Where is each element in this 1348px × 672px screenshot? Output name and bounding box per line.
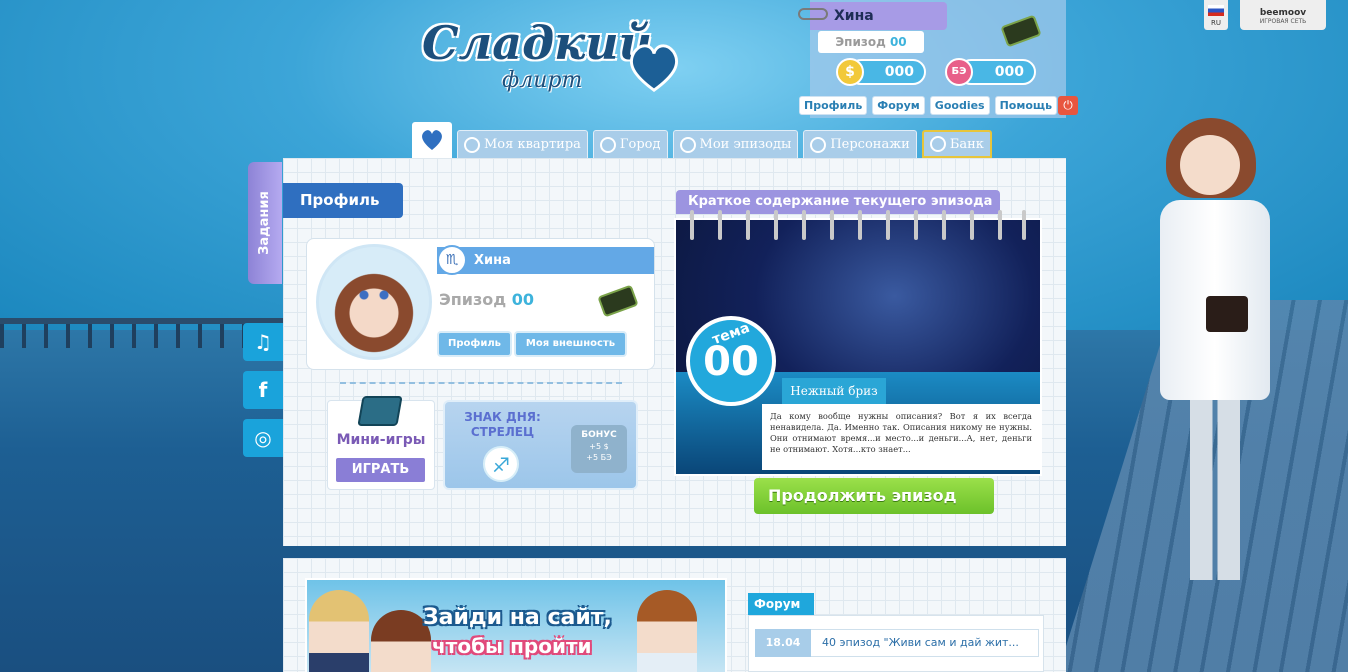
profile-episode-value: 00 [511,290,535,309]
logout-power-icon[interactable]: ⏻ [1058,96,1078,115]
be-coin-icon: БЭ [945,58,973,86]
spiral-ring [802,210,806,240]
character-art [637,590,697,672]
tab-city[interactable]: Город [592,130,668,158]
player-episode: Эпизод 00 [818,31,924,53]
spiral-ring [914,210,918,240]
avatar-eyes [354,290,394,300]
dollar-coin-icon: $ [836,58,864,86]
sign-title-line2: СТРЕЛЕЦ [470,425,535,439]
tab-bank-label: Банк [949,136,984,152]
character-legs [1190,400,1240,580]
bonus-badge: БОНУС +5 $ +5 БЭ [571,425,627,473]
top-link-help[interactable]: Помощь [994,96,1058,115]
profile-episode: Эпизод 00 [439,290,534,309]
spiral-ring [858,210,862,240]
bonus-title: БОНУС [581,430,617,440]
banner-line1: Зайди на сайт, [423,605,612,630]
forum-date: 18.04 [755,629,811,657]
top-link-goodies[interactable]: Goodies [929,96,990,115]
instagram-icon[interactable]: ◎ [243,419,283,457]
nav-home[interactable] [412,122,452,158]
logo-subtitle: флирт [502,68,583,93]
profile-name: Хина [437,247,654,274]
character-bag [1206,296,1248,332]
forum-title[interactable]: Форум [748,593,814,615]
player-episode-label: Эпизод [835,35,886,49]
profile-button[interactable]: Профиль [437,331,512,357]
bonus-dollars: +5 $ [589,442,609,451]
bonus-be: +5 БЭ [586,453,612,462]
house-icon [464,136,480,153]
profile-episode-label: Эпизод [439,290,507,309]
character-art [371,610,431,672]
episode-summary-header: Краткое содержание текущего эпизода [676,190,1000,214]
tab-episodes[interactable]: Мои эпизоды [672,130,799,158]
language-code: RU [1211,19,1221,27]
spiral-ring [746,210,750,240]
spiral-ring [1022,210,1026,240]
sagittarius-icon[interactable]: ♐ [483,446,519,482]
paperclip-icon [798,8,828,20]
quests-tab[interactable]: Задания [248,162,282,284]
tab-apartment[interactable]: Моя квартира [457,130,588,158]
quests-label: Задания [257,191,272,255]
tab-bank[interactable]: Банк [921,130,992,158]
top-link-forum[interactable]: Форум [872,96,925,115]
top-links: Профиль Форум Goodies Помощь [799,96,1058,115]
top-link-profile[interactable]: Профиль [799,96,868,115]
play-button[interactable]: ИГРАТЬ [336,458,425,482]
avatar[interactable] [316,244,432,360]
play-icon [679,136,696,153]
spiral-ring [970,210,974,240]
character-face [1180,135,1240,195]
profile-section-title: Профиль [283,183,403,218]
banner-line2: чтобы пройти [432,634,592,658]
scorpio-icon: ♏ [437,245,467,275]
tab-episodes-label: Мои эпизоды [699,137,792,152]
player-episode-value: 00 [889,35,907,49]
spiral-ring [774,210,778,240]
tab-city-label: Город [619,137,661,152]
dollar-icon [929,136,946,152]
language-selector[interactable]: RU [1204,0,1228,30]
sign-title-line1: ЗНАК ДНЯ: [464,410,541,424]
beemoov-network-link[interactable]: beemoov ИГРОВАЯ СЕТЬ [1240,0,1326,30]
beemoov-logo: beemoov [1259,8,1307,18]
spiral-ring [942,210,946,240]
sign-title: ЗНАК ДНЯ: СТРЕЛЕЦ [455,410,550,440]
main-nav: Моя квартира Город Мои эпизоды Персонажи… [412,122,992,158]
forum-topic-link[interactable]: 40 эпизод "Живи сам и дай жит... [822,629,1034,657]
spiral-ring [830,210,834,240]
facebook-icon[interactable]: f [243,371,283,409]
console-icon [357,396,403,426]
episode-name: Нежный бриз [782,378,886,404]
pin-icon [599,136,616,153]
beemoov-subtitle: ИГРОВАЯ СЕТЬ [1259,18,1307,25]
spiral-ring [998,210,1002,240]
divider [340,382,622,384]
home-hearts-icon [422,130,442,150]
spiral-ring [690,210,694,240]
minigames-title: Мини-игры [336,432,426,448]
tab-characters[interactable]: Персонажи [803,130,917,158]
spiral-ring [886,210,890,240]
theme-badge: тема 00 [686,316,776,406]
russia-flag-icon [1208,5,1224,16]
logo-title: Сладкий [422,16,653,70]
site-logo[interactable]: Сладкий флирт [410,10,690,110]
player-name: Хина [810,2,947,30]
heart-icon [810,136,827,153]
appearance-button[interactable]: Моя внешность [514,331,627,357]
heart-icon [629,44,679,92]
spiral-ring [718,210,722,240]
music-icon[interactable]: ♫ [243,323,283,361]
tab-apartment-label: Моя квартира [484,137,581,152]
character-art [309,590,369,672]
episode-description: Да кому вообще нужны описания? Вот я их … [762,404,1040,470]
continue-episode-button[interactable]: Продолжить эпизод [754,478,994,514]
tab-characters-label: Персонажи [830,137,910,152]
